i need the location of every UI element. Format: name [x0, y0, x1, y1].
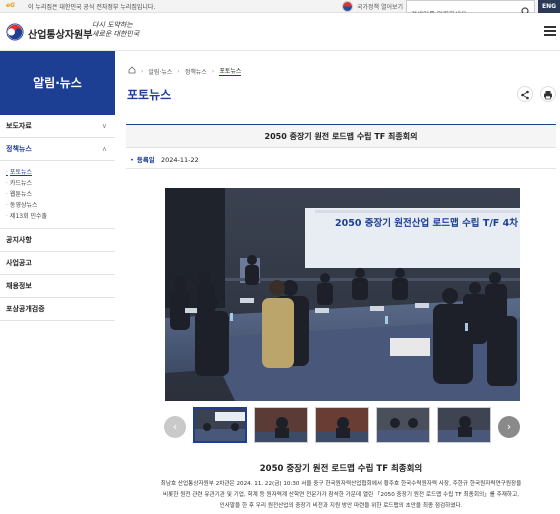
sidebar-title: 알림·뉴스 [0, 51, 115, 115]
submenu-label: 제13회 민수출 [9, 213, 48, 220]
thumbnail-2[interactable] [254, 407, 308, 443]
body-line: 비롯한 원전 관련 유관기관 및 기업, 학계 등 원자력계 산학연 전문가가 … [163, 492, 519, 498]
date-label: 등록일 [136, 156, 155, 164]
site-header: 산업통상자원부 다시 도약하는 새로운 대한민국 [0, 13, 560, 51]
print-button[interactable] [540, 86, 556, 102]
home-icon[interactable] [128, 66, 136, 76]
article-body: 최남호 산업통상자원부 2차관은 2024. 11. 22(금) 10:30 서… [126, 479, 556, 512]
thumbnail-5[interactable] [437, 407, 491, 443]
chevron-right-icon[interactable]: › [498, 416, 520, 438]
submenu-label: 웹툰뉴스 [9, 191, 33, 198]
breadcrumb-current: 포토뉴스 [219, 68, 242, 76]
divider [126, 168, 556, 169]
ministry-name[interactable]: 산업통상자원부 [28, 26, 92, 41]
share-button[interactable] [517, 86, 533, 102]
breadcrumb-separator: › [141, 67, 144, 75]
submenu-export[interactable]: · 제13회 민수출 [6, 211, 115, 222]
sidebar-item-label: 공지사항 [6, 236, 32, 244]
sidebar-item-policy-news[interactable]: 정책뉴스 ∧ [0, 138, 115, 161]
sidebar-item-label: 보도자료 [6, 122, 32, 130]
sidebar-submenu: · 포토뉴스 · 카드뉴스 · 웹툰뉴스 · 동영상뉴스 · 제13회 민수출 [0, 161, 115, 229]
sidebar-item-label: 사업공고 [6, 259, 32, 267]
article-title: 2050 중장기 원전 로드맵 수립 TF 최종회의 [126, 124, 556, 148]
main-photo: 2050 중장기 원전산업 로드맵 수립 T/F 4차 회의 [165, 188, 520, 401]
breadcrumb-separator: › [211, 67, 215, 75]
thumbnail-strip: ‹ › [164, 404, 522, 444]
submenu-video-news[interactable]: · 동영상뉴스 [6, 200, 115, 211]
slogan: 다시 도약하는 새로운 대한민국 [92, 21, 139, 39]
body-line: 최남호 산업통상자원부 2차관은 2024. 11. 22(금) 10:30 서… [160, 481, 522, 487]
taegeuk-icon [342, 1, 353, 12]
sidebar-item-label: 채용정보 [6, 282, 32, 290]
submenu-label: 카드뉴스 [9, 180, 33, 187]
sidebar-item-notice[interactable]: 공지사항 [0, 229, 115, 252]
thumbnail-4[interactable] [376, 407, 430, 443]
sidebar-item-recruit[interactable]: 채용정보 [0, 275, 115, 298]
breadcrumb-separator: › [177, 67, 180, 75]
article-meta: • 등록일 2024-11-22 [130, 156, 199, 164]
share-icon [521, 90, 529, 100]
print-icon [544, 91, 552, 100]
page-title: 포토뉴스 [127, 88, 172, 102]
thumbnail-3[interactable] [315, 407, 369, 443]
breadcrumb: › 알림·뉴스 › 정책뉴스 › 포토뉴스 [128, 66, 242, 76]
breadcrumb-item[interactable]: 알림·뉴스 [148, 67, 172, 76]
thumbnail-1[interactable] [193, 407, 247, 443]
chevron-up-icon: ∧ [101, 145, 107, 153]
chevron-left-icon[interactable]: ‹ [164, 416, 186, 438]
submenu-card-news[interactable]: · 카드뉴스 [6, 178, 115, 189]
slogan-line-2: 새로운 대한민국 [92, 30, 140, 38]
sidebar-item-press[interactable]: 보도자료 ∨ [0, 115, 115, 138]
egov-logo: eG [6, 2, 15, 9]
photo-banner-text: 2050 중장기 원전산업 로드맵 수립 T/F 4차 회의 [335, 218, 520, 229]
sidebar-item-label: 정책뉴스 [6, 145, 32, 153]
ministry-logo-icon[interactable] [6, 23, 24, 41]
slogan-line-1: 다시 도약하는 [92, 21, 133, 29]
sidebar-item-label: 포상공개검증 [6, 305, 45, 313]
search-box [406, 0, 535, 20]
submenu-label: 포토뉴스 [9, 169, 33, 176]
photo-caption: 2050 중장기 원전 로드맵 수립 TF 최종회의 [259, 464, 423, 474]
sidebar-item-business[interactable]: 사업공고 [0, 252, 115, 275]
gov-banner-text: 이 누리집은 대한민국 공식 전자정부 누리집입니다. [28, 4, 156, 11]
submenu-webtoon-news[interactable]: · 웹툰뉴스 [6, 189, 115, 200]
submenu-label: 동영상뉴스 [9, 202, 38, 209]
language-button[interactable]: ENG [538, 0, 560, 13]
gov-policy-link[interactable]: 국가정책 열어보기 [357, 2, 403, 11]
breadcrumb-item[interactable]: 정책뉴스 [185, 67, 207, 76]
body-line: 인사말을 한 후 우리 원전산업의 중장기 비전과 지원 방안 마련을 위한 로… [219, 503, 463, 509]
submenu-photo-news[interactable]: · 포토뉴스 [6, 167, 115, 178]
chevron-down-icon: ∨ [101, 122, 107, 130]
menu-icon[interactable] [544, 26, 556, 36]
sidebar: 보도자료 ∨ 정책뉴스 ∧ · 포토뉴스 · 카드뉴스 · 웹툰뉴스 · 동영상뉴스 ·… [0, 115, 115, 321]
sidebar-item-award[interactable]: 포상공개검증 [0, 298, 115, 321]
article-date: 2024-11-22 [161, 156, 199, 164]
